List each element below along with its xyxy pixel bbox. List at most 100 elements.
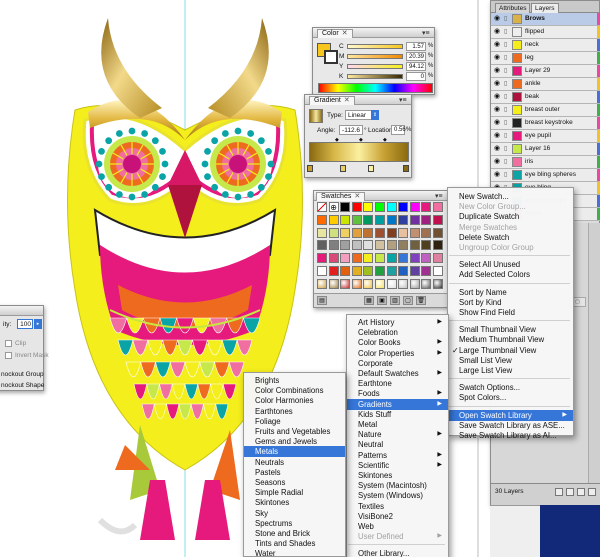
swatch[interactable]: [317, 278, 327, 289]
swatch[interactable]: [328, 266, 339, 276]
color-slider-track[interactable]: [347, 54, 403, 59]
swatch[interactable]: [351, 266, 362, 276]
eye-icon[interactable]: ◉: [494, 171, 502, 178]
swatch[interactable]: [386, 278, 397, 289]
swatch[interactable]: [317, 240, 327, 251]
swatch[interactable]: [363, 266, 374, 276]
swatch[interactable]: [340, 266, 351, 276]
color-slider-track[interactable]: [347, 74, 403, 79]
layer-name[interactable]: beak: [525, 91, 591, 103]
color-panel-titlebar[interactable]: Color ✕ ▾≡: [313, 28, 434, 38]
gradient-location-input[interactable]: 0.56: [391, 125, 406, 135]
swatch[interactable]: [386, 240, 397, 251]
eye-icon[interactable]: ◉: [494, 119, 502, 126]
swatch[interactable]: [340, 278, 351, 289]
swatch[interactable]: [433, 227, 443, 238]
eye-icon[interactable]: ◉: [494, 15, 502, 22]
swatch[interactable]: [433, 202, 443, 212]
swatch[interactable]: [386, 202, 397, 212]
layer-name[interactable]: leg: [525, 52, 591, 64]
color-value-input[interactable]: 0: [406, 72, 426, 81]
layer-name[interactable]: flipped: [525, 26, 591, 38]
swatch[interactable]: [317, 266, 327, 276]
registration-swatch[interactable]: ⊕: [328, 202, 339, 212]
swatch[interactable]: [433, 278, 443, 289]
knockout-group-label[interactable]: nockout Group: [1, 370, 44, 379]
layer-row-layer-29[interactable]: ◉ ▯ Layer 29: [491, 65, 600, 78]
layer-row-ankle[interactable]: ◉ ▯ ankle: [491, 78, 600, 91]
color-value-input[interactable]: 94.12: [406, 62, 426, 71]
layer-row-brows[interactable]: ◉ ▯ Brows: [491, 13, 600, 26]
lock-icon[interactable]: ▯: [504, 132, 510, 140]
eye-icon[interactable]: ◉: [494, 41, 502, 48]
gradient-panel-titlebar[interactable]: Gradient ✕ ▾≡: [305, 95, 411, 105]
color-spectrum-bar[interactable]: [318, 83, 433, 93]
transparency-panel-titlebar[interactable]: [0, 306, 43, 316]
swatch[interactable]: [363, 278, 374, 289]
layer-name[interactable]: eye bling spheres: [525, 169, 591, 181]
new-swatch-icon[interactable]: ▢: [403, 296, 413, 305]
tab-color[interactable]: Color ✕: [317, 29, 353, 38]
gradient-stop[interactable]: [340, 165, 346, 172]
layer-row-iris[interactable]: ◉ ▯ iris: [491, 156, 600, 169]
swatch[interactable]: [317, 227, 327, 238]
lock-icon[interactable]: ▯: [504, 54, 510, 62]
layer-name[interactable]: ankle: [525, 78, 591, 90]
swatch[interactable]: [375, 202, 385, 212]
color-value-input[interactable]: 1.57: [406, 42, 426, 51]
swatch[interactable]: [375, 278, 385, 289]
none-swatch[interactable]: [317, 202, 327, 212]
tab-gradient[interactable]: Gradient ✕: [309, 96, 355, 105]
layer-row-breast-keystroke[interactable]: ◉ ▯ breast keystroke: [491, 117, 600, 130]
swatch[interactable]: [363, 240, 374, 251]
close-icon[interactable]: ✕: [342, 30, 348, 37]
swatch[interactable]: [328, 240, 339, 251]
color-slider-track[interactable]: [347, 64, 403, 69]
swatch[interactable]: [340, 253, 351, 264]
swatch[interactable]: [351, 278, 362, 289]
layer-row-neck[interactable]: ◉ ▯ neck: [491, 39, 600, 52]
layer-row-breast-outer[interactable]: ◉ ▯ breast outer: [491, 104, 600, 117]
swatch[interactable]: [375, 253, 385, 264]
panel-menu-icon[interactable]: ▾≡: [435, 193, 444, 200]
swatch[interactable]: [386, 214, 397, 225]
eye-icon[interactable]: ◉: [494, 106, 502, 113]
layer-row-eye-pupil[interactable]: ◉ ▯ eye pupil: [491, 130, 600, 143]
stroke-swatch[interactable]: [324, 50, 338, 64]
layer-name[interactable]: breast outer: [525, 104, 591, 116]
tab-attributes[interactable]: Attributes: [495, 3, 531, 13]
delete-swatch-icon[interactable]: 🗑: [416, 296, 426, 305]
layer-name[interactable]: iris: [525, 156, 591, 168]
eye-icon[interactable]: ◉: [494, 93, 502, 100]
tab-swatches[interactable]: Swatches ✕: [316, 192, 366, 201]
swatch[interactable]: [398, 227, 409, 238]
new-layer-icon[interactable]: [577, 488, 585, 496]
swatch-libraries-menu-icon[interactable]: ▤: [317, 296, 327, 305]
chevron-right-icon[interactable]: ▸: [34, 319, 42, 329]
swatch[interactable]: [398, 278, 409, 289]
swatch[interactable]: [421, 214, 432, 225]
swatch[interactable]: [398, 266, 409, 276]
swatch[interactable]: [409, 227, 420, 238]
swatch[interactable]: [421, 266, 432, 276]
swatch[interactable]: [363, 202, 374, 212]
swatch[interactable]: [421, 240, 432, 251]
swatch[interactable]: [421, 227, 432, 238]
make-clipping-mask-icon[interactable]: [555, 488, 563, 496]
swatch[interactable]: [398, 214, 409, 225]
lock-icon[interactable]: ▯: [504, 28, 510, 36]
swatch[interactable]: [375, 227, 385, 238]
tab-layers[interactable]: Layers: [531, 3, 559, 13]
gradient-type-select[interactable]: Linear ⇕: [345, 110, 379, 120]
swatch[interactable]: [351, 227, 362, 238]
gradient-stop[interactable]: [368, 165, 374, 172]
swatches-panel-titlebar[interactable]: Swatches ✕ ▾≡: [314, 191, 447, 201]
lock-icon[interactable]: ▯: [504, 41, 510, 49]
lock-icon[interactable]: ▯: [504, 119, 510, 127]
new-color-group-icon[interactable]: ▥: [390, 296, 400, 305]
knockout-shape-label[interactable]: nockout Shape: [1, 381, 44, 390]
lock-icon[interactable]: ▯: [504, 158, 510, 166]
swatch[interactable]: [421, 202, 432, 212]
clip-checkbox[interactable]: [5, 340, 12, 347]
panel-menu-icon[interactable]: ▾≡: [422, 30, 431, 37]
